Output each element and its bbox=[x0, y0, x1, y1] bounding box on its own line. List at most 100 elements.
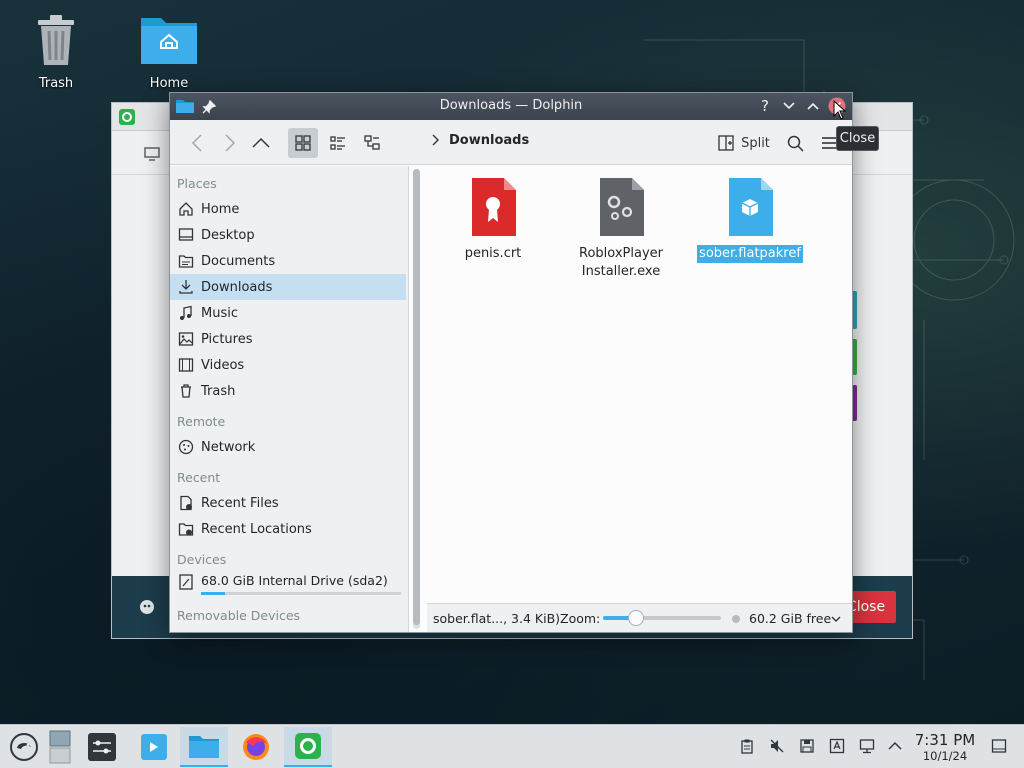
forward-button[interactable] bbox=[217, 128, 243, 158]
desktop-trash[interactable]: Trash bbox=[14, 12, 98, 91]
task-discover[interactable] bbox=[130, 727, 178, 767]
tray-clipboard[interactable] bbox=[738, 737, 756, 755]
details-view-button[interactable] bbox=[323, 128, 353, 158]
back-button[interactable] bbox=[184, 128, 210, 158]
window-titlebar[interactable]: Downloads — Dolphin ? bbox=[170, 93, 852, 120]
task-sober[interactable] bbox=[284, 727, 332, 767]
software-center-icon bbox=[141, 734, 167, 760]
section-removable-devices: Removable Devices bbox=[177, 608, 301, 623]
sidebar-item-music[interactable]: Music bbox=[170, 300, 406, 326]
sidebar-item-downloads[interactable]: Downloads bbox=[170, 274, 406, 300]
maximize-button[interactable] bbox=[803, 96, 823, 116]
status-bar: sober.flat..., 3.4 KiB) Zoom: 60.2 GiB f… bbox=[427, 603, 852, 632]
updates-icon bbox=[829, 738, 845, 754]
desktop-pager-icon bbox=[49, 730, 71, 764]
tree-view-button[interactable] bbox=[357, 128, 387, 158]
documents-icon bbox=[177, 253, 194, 270]
up-button[interactable] bbox=[248, 128, 274, 158]
volume-muted-icon bbox=[770, 739, 784, 753]
network-icon bbox=[177, 439, 194, 456]
clock-time[interactable]: 7:31 PM bbox=[912, 731, 978, 749]
chevron-down-icon[interactable] bbox=[831, 616, 841, 623]
file-item[interactable]: penis.crt bbox=[438, 178, 548, 263]
sidebar-item-desktop[interactable]: Desktop bbox=[170, 222, 406, 248]
zoom-label: Zoom: bbox=[560, 611, 601, 626]
sidebar-scrollbar-thumb[interactable] bbox=[413, 169, 420, 625]
window-title: Downloads — Dolphin bbox=[439, 98, 583, 113]
sidebar-item-recent-locations[interactable]: Recent Locations bbox=[170, 516, 406, 542]
split-icon bbox=[718, 135, 734, 151]
arrow-left-icon bbox=[191, 134, 202, 152]
folder-app-icon bbox=[189, 736, 219, 758]
tray-network[interactable] bbox=[858, 737, 876, 755]
storage-icon bbox=[732, 615, 740, 623]
section-places: Places bbox=[177, 176, 217, 191]
app-logo-icon bbox=[119, 109, 135, 125]
downloads-icon bbox=[177, 279, 194, 296]
icons-view-button[interactable] bbox=[288, 128, 318, 158]
details-view-icon bbox=[330, 136, 345, 150]
file-view[interactable]: penis.crt RobloxPlayer Installer.exe sob… bbox=[427, 166, 852, 604]
help-button[interactable]: ? bbox=[755, 96, 775, 116]
zoom-slider-handle[interactable] bbox=[628, 610, 645, 626]
search-button[interactable] bbox=[782, 128, 808, 158]
pictures-icon bbox=[177, 331, 194, 348]
drive-usage-fill bbox=[201, 592, 225, 595]
taskbar: 7:31 PM 10/1/24 bbox=[0, 724, 1024, 768]
videos-icon bbox=[177, 357, 194, 374]
desktop-home[interactable]: Home bbox=[127, 12, 211, 91]
task-system-settings[interactable] bbox=[78, 727, 126, 767]
show-desktop-button[interactable] bbox=[990, 737, 1008, 755]
tree-view-icon bbox=[364, 135, 380, 150]
chevron-down-icon bbox=[783, 102, 795, 110]
sidebar-item-pictures[interactable]: Pictures bbox=[170, 326, 406, 352]
arrow-right-icon bbox=[225, 134, 236, 152]
tray-expand-button[interactable] bbox=[886, 737, 904, 755]
sidebar-item-home[interactable]: Home bbox=[170, 196, 406, 222]
task-dolphin[interactable] bbox=[180, 727, 228, 767]
home-folder-icon bbox=[141, 18, 197, 64]
close-tooltip: Close bbox=[836, 126, 879, 151]
drive-usage-bar bbox=[201, 592, 401, 595]
tray-volume[interactable] bbox=[768, 737, 786, 755]
clock-date[interactable]: 10/1/24 bbox=[912, 749, 978, 763]
sidebar-item-internal-drive[interactable]: 68.0 GiB Internal Drive (sda2) bbox=[170, 570, 406, 598]
application-launcher-button[interactable] bbox=[4, 727, 44, 767]
split-label: Split bbox=[741, 135, 770, 151]
sidebar-item-videos[interactable]: Videos bbox=[170, 352, 406, 378]
sidebar-item-label: Videos bbox=[201, 357, 245, 373]
file-name: sober.flatpakref bbox=[697, 245, 803, 263]
network-wired-icon bbox=[859, 739, 875, 754]
sidebar-item-network[interactable]: Network bbox=[170, 434, 406, 460]
sidebar-item-recent-files[interactable]: Recent Files bbox=[170, 490, 406, 516]
file-name-line2: Installer.exe bbox=[581, 264, 661, 279]
split-button[interactable]: Split bbox=[716, 128, 772, 158]
zoom-slider[interactable] bbox=[603, 610, 721, 626]
task-firefox[interactable] bbox=[232, 727, 280, 767]
mouse-cursor-icon bbox=[833, 100, 847, 120]
breadcrumb-downloads[interactable]: Downloads bbox=[449, 133, 529, 148]
file-item[interactable]: RobloxPlayer Installer.exe bbox=[566, 178, 676, 281]
sidebar-scrollbar[interactable] bbox=[413, 169, 420, 629]
sidebar-item-label: Downloads bbox=[201, 279, 273, 295]
sidebar-item-trash[interactable]: Trash bbox=[170, 378, 406, 404]
certificate-file-icon bbox=[472, 178, 516, 236]
monitor-icon bbox=[144, 147, 160, 161]
section-remote: Remote bbox=[177, 414, 226, 429]
free-space-label[interactable]: 60.2 GiB free bbox=[749, 611, 831, 626]
file-item-selected[interactable]: sober.flatpakref bbox=[695, 178, 805, 263]
hamburger-menu-icon bbox=[821, 137, 837, 149]
dolphin-window[interactable]: Downloads — Dolphin ? Downloads Split Pl… bbox=[169, 92, 853, 633]
recent-locations-icon bbox=[177, 521, 194, 538]
tray-updates[interactable] bbox=[828, 737, 846, 755]
tray-disks[interactable] bbox=[798, 737, 816, 755]
sidebar-item-documents[interactable]: Documents bbox=[170, 248, 406, 274]
sidebar-item-label: Desktop bbox=[201, 227, 255, 243]
settings-sliders-icon bbox=[88, 733, 116, 761]
sidebar-item-label: Music bbox=[201, 305, 238, 321]
pager-button[interactable] bbox=[46, 727, 74, 767]
desktop-trash-label: Trash bbox=[38, 76, 74, 91]
trash-icon bbox=[38, 15, 74, 65]
minimize-button[interactable] bbox=[779, 96, 799, 116]
executable-file-icon bbox=[600, 178, 644, 236]
